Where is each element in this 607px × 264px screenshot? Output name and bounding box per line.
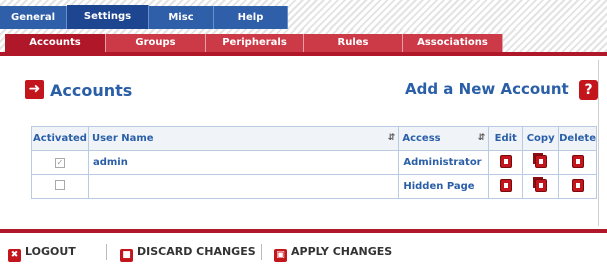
copy-icon[interactable] (532, 176, 547, 192)
col-user-name[interactable]: User Name ⇵ (87, 126, 400, 151)
tab-settings[interactable]: Settings (67, 5, 149, 29)
top-tab-bar: General Settings Misc Help (0, 0, 607, 29)
col-access[interactable]: Access ⇵ (398, 126, 490, 151)
tab-misc[interactable]: Misc (149, 6, 214, 29)
delete-icon[interactable] (571, 154, 584, 168)
activated-checkbox[interactable]: ✓ (54, 158, 65, 168)
close-icon: ✖ (8, 249, 21, 262)
copy-cell (522, 150, 560, 175)
trash-icon: ■ (120, 249, 133, 262)
tab-accounts[interactable]: Accounts (5, 34, 106, 52)
col-copy: Copy (522, 126, 560, 151)
table-header-row: Activated User Name ⇵ Access ⇵ Edit Copy D… (31, 126, 597, 151)
logout-button[interactable]: ✖ LOGOUT (8, 245, 76, 262)
apply-changes-button[interactable]: ▣ APPLY CHANGES (274, 245, 392, 262)
edit-cell (488, 174, 524, 199)
col-edit: Edit (488, 126, 524, 151)
edit-cell (488, 150, 524, 175)
accounts-panel: ➜ Accounts Add a New Account ? Activated… (0, 60, 599, 226)
copy-cell (522, 174, 560, 199)
page-title: Accounts (50, 81, 133, 100)
col-activated: Activated (31, 126, 89, 151)
user-name-cell[interactable]: admin (87, 150, 400, 175)
access-cell[interactable]: Hidden Page (398, 174, 490, 199)
tab-peripherals[interactable]: Peripherals (206, 34, 304, 52)
sort-icon[interactable]: ⇵ (388, 133, 396, 143)
delete-icon[interactable] (571, 178, 584, 192)
help-icon[interactable]: ? (579, 80, 598, 100)
add-account-link[interactable]: Add a New Account (405, 80, 569, 98)
delete-cell (558, 174, 597, 199)
discard-changes-button[interactable]: ■ DISCARD CHANGES (120, 245, 256, 262)
save-icon: ▣ (274, 249, 287, 262)
user-name-cell[interactable] (87, 174, 400, 199)
tab-associations[interactable]: Associations (403, 34, 503, 52)
table-row: Hidden Page (31, 174, 597, 199)
divider (261, 244, 262, 260)
tab-help[interactable]: Help (214, 6, 288, 29)
sub-tab-bar: Accounts Groups Peripherals Rules Associ… (0, 29, 607, 56)
edit-icon[interactable] (499, 154, 512, 168)
col-delete: Delete (558, 126, 597, 151)
tab-general[interactable]: General (0, 6, 67, 29)
arrow-right-icon: ➜ (25, 80, 44, 99)
table-row: ✓ admin Administrator (31, 150, 597, 175)
bottom-action-bar: ✖ LOGOUT ■ DISCARD CHANGES ▣ APPLY CHANGES (0, 229, 607, 264)
copy-icon[interactable] (532, 152, 547, 168)
sort-icon[interactable]: ⇵ (478, 133, 486, 143)
activated-cell (31, 174, 89, 199)
accounts-table: Activated User Name ⇵ Access ⇵ Edit Copy D… (31, 126, 597, 199)
divider (106, 244, 107, 260)
tab-groups[interactable]: Groups (106, 34, 206, 52)
access-cell[interactable]: Administrator (398, 150, 490, 175)
activated-cell: ✓ (31, 150, 89, 175)
activated-checkbox[interactable] (54, 180, 65, 190)
delete-cell (558, 150, 597, 175)
tab-rules[interactable]: Rules (304, 34, 403, 52)
edit-icon[interactable] (499, 178, 512, 192)
